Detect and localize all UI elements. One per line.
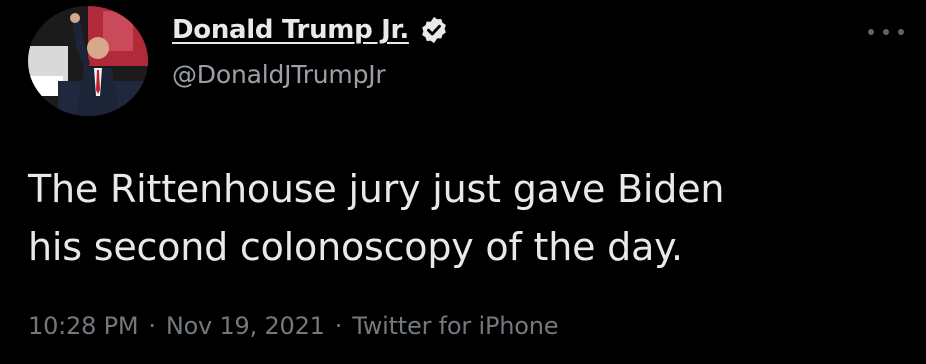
- author-handle[interactable]: @DonaldJTrumpJr: [172, 60, 449, 89]
- tweet-text-line: The Rittenhouse jury just gave Biden: [28, 167, 725, 211]
- tweet-meta: 10:28 PM · Nov 19, 2021 · Twitter for iPhone: [28, 312, 559, 340]
- tweet-source[interactable]: Twitter for iPhone: [352, 312, 558, 340]
- tweet-text-line: his second colonoscopy of the day.: [28, 225, 683, 269]
- more-dot: [883, 29, 889, 35]
- author-name-row: Donald Trump Jr.: [172, 10, 449, 50]
- more-dot: [898, 29, 904, 35]
- more-dot: [868, 29, 874, 35]
- tweet-date[interactable]: Nov 19, 2021: [166, 312, 325, 340]
- verified-badge-icon: [419, 15, 449, 45]
- more-options-icon[interactable]: [868, 22, 904, 42]
- avatar-photo-icon: [28, 6, 148, 116]
- author-display-name[interactable]: Donald Trump Jr.: [172, 15, 409, 45]
- avatar[interactable]: [28, 6, 148, 116]
- meta-separator: ·: [334, 312, 343, 340]
- tweet-author: Donald Trump Jr. @DonaldJTrumpJr: [172, 10, 449, 89]
- tweet-card: Donald Trump Jr. @DonaldJTrumpJr The Rit…: [0, 0, 926, 364]
- tweet-time[interactable]: 10:28 PM: [28, 312, 139, 340]
- tweet-text: The Rittenhouse jury just gave Biden his…: [28, 160, 908, 276]
- meta-separator: ·: [148, 312, 156, 340]
